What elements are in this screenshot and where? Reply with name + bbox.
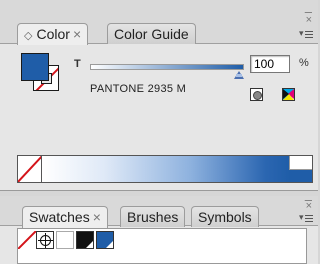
grayscale-mode-icon[interactable] (250, 88, 263, 101)
tab-swatches-close-icon[interactable]: × (93, 209, 101, 225)
white-chip[interactable] (289, 156, 312, 170)
swatch-name-label: PANTONE 2935 M (90, 83, 187, 95)
tab-brushes-label: Brushes (127, 209, 179, 225)
swatch-registration[interactable] (36, 231, 54, 249)
tint-ramp[interactable] (43, 156, 290, 182)
tint-value-input[interactable] (250, 55, 290, 73)
panel-menu-icon[interactable]: ▾ (299, 213, 313, 223)
swatches-panel: – × ▾ Swatches × Brushes Symbols (0, 192, 318, 264)
swatches-panel-tabbar: – × ▾ Swatches × Brushes Symbols (0, 192, 318, 228)
tint-label: T (74, 58, 81, 70)
tab-stack-icon: ◇ (24, 30, 33, 42)
tab-color[interactable]: ◇ Color × (17, 23, 89, 45)
tab-symbols-label: Symbols (198, 209, 252, 225)
panel-close-icon[interactable]: × (306, 200, 312, 212)
swatch-grid (17, 228, 307, 264)
color-panel: – × ▾ ◇Color× Color Guide T % PANTONE 29… (0, 0, 318, 191)
tab-color-guide[interactable]: Color Guide (107, 23, 196, 44)
none-color-icon[interactable] (18, 156, 42, 182)
tab-color-close-icon[interactable]: × (73, 26, 81, 42)
color-spectrum-bar[interactable] (17, 155, 313, 183)
tab-symbols[interactable]: Symbols (191, 206, 259, 227)
swatch-white[interactable] (56, 231, 74, 249)
tab-color-guide-label: Color Guide (114, 26, 189, 42)
tint-slider-thumb[interactable] (234, 71, 244, 79)
swatch-black[interactable] (76, 231, 94, 249)
tab-brushes[interactable]: Brushes (120, 206, 186, 227)
tab-color-label: Color (36, 26, 70, 42)
panel-menu-icon[interactable]: ▾ (299, 29, 313, 39)
fill-swatch[interactable] (21, 53, 49, 81)
registration-icon (38, 233, 53, 248)
full-tint-chip[interactable] (289, 170, 312, 182)
tint-slider-track[interactable] (90, 64, 244, 70)
tint-unit-label: % (299, 57, 309, 69)
tab-swatches[interactable]: Swatches × (22, 206, 108, 228)
swatch-pantone-2935[interactable] (96, 231, 114, 249)
tab-swatches-label: Swatches (29, 209, 90, 225)
fill-stroke-selector (21, 53, 67, 99)
cmyk-mode-icon[interactable] (282, 88, 295, 101)
panel-close-icon[interactable]: × (306, 14, 312, 26)
color-panel-tabbar: – × ▾ ◇ Color × Color Guide (0, 0, 318, 45)
swatch-none[interactable] (18, 231, 36, 249)
